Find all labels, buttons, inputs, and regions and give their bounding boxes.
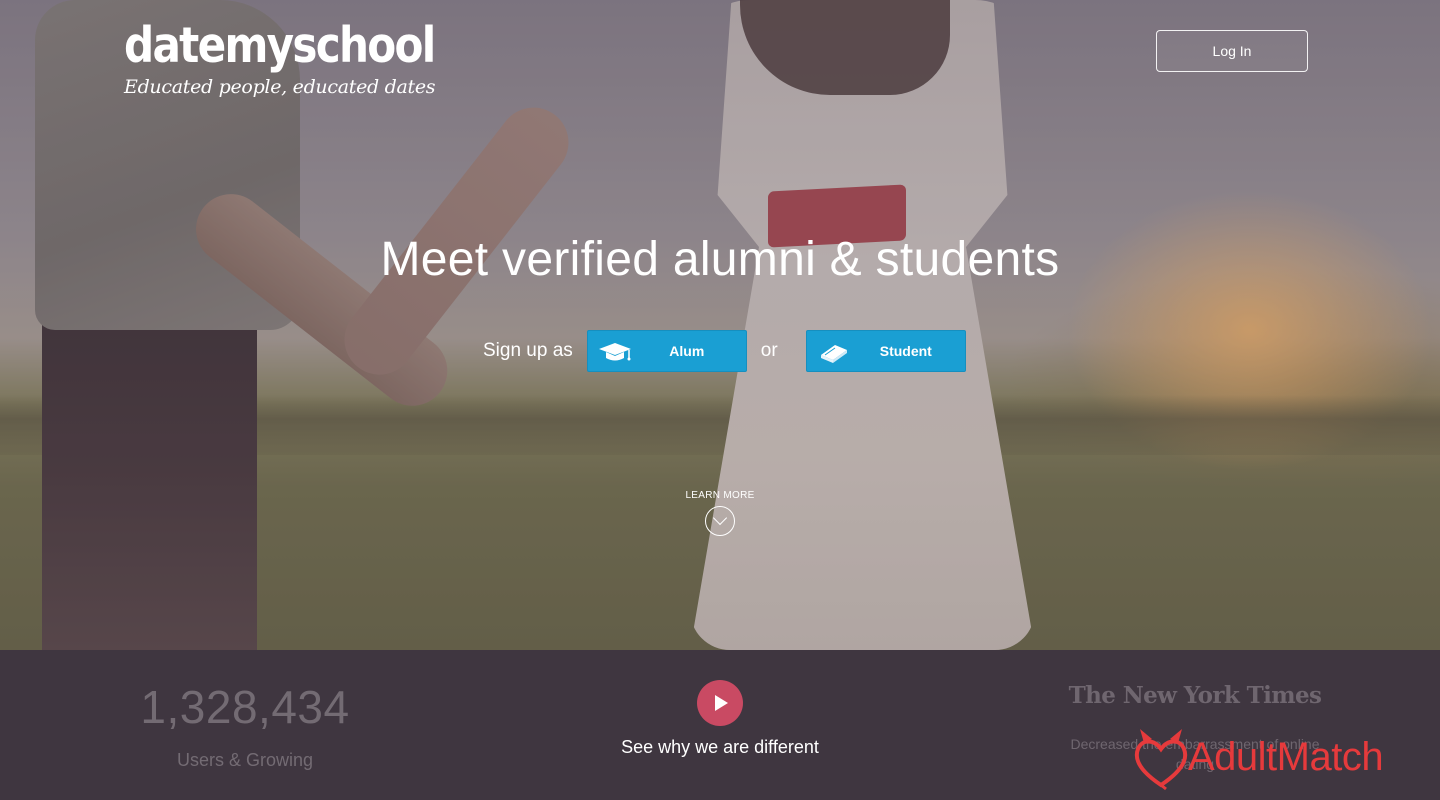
- site-logo[interactable]: datemyschool Educated people, educated d…: [124, 16, 485, 98]
- chevron-down-circle-icon[interactable]: [705, 506, 735, 536]
- learn-more-label: LEARN MORE: [685, 490, 755, 501]
- logo-tagline: Educated people, educated dates: [124, 76, 436, 98]
- learn-more-link[interactable]: LEARN MORE: [660, 490, 780, 536]
- graduation-cap-icon: [598, 343, 631, 361]
- watermark-text: AdultMatch: [1188, 734, 1384, 779]
- signup-row: Sign up as Alum or Student: [483, 330, 966, 372]
- video-caption[interactable]: See why we are different: [560, 737, 880, 758]
- login-button[interactable]: Log In: [1156, 30, 1308, 72]
- or-separator: or: [760, 340, 778, 361]
- user-count-caption: Users & Growing: [176, 750, 314, 770]
- signup-alum-button[interactable]: Alum: [586, 330, 747, 372]
- devil-heart-icon: [1134, 729, 1188, 791]
- logo-name: datemyschool: [124, 17, 436, 74]
- hero-headline: Meet verified alumni & students: [380, 233, 1060, 286]
- press-logo: The New York Times: [1068, 682, 1322, 709]
- book-icon: [820, 345, 847, 363]
- signup-student-button[interactable]: Student: [805, 330, 966, 372]
- watermark: AdultMatch: [1130, 722, 1384, 792]
- user-count: 1,328,434: [140, 681, 350, 733]
- signup-label: Sign up as: [483, 340, 573, 361]
- play-icon[interactable]: [697, 680, 743, 726]
